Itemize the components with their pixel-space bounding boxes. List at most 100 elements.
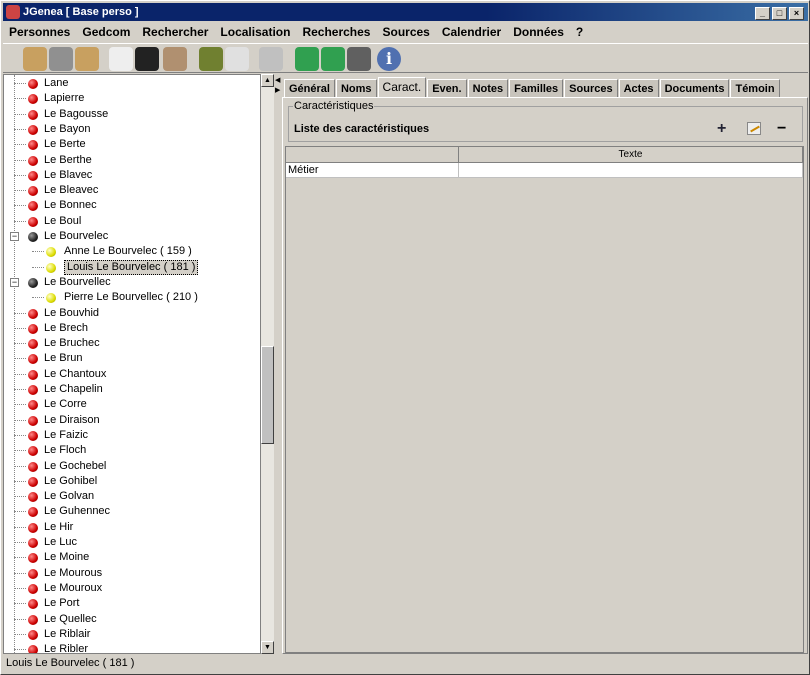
tree-item[interactable]: Le Ribler: [4, 642, 260, 653]
documents-icon[interactable]: [225, 47, 249, 71]
tree-item[interactable]: Le Guhennec: [4, 504, 260, 519]
notes-icon[interactable]: [163, 47, 187, 71]
tree-item[interactable]: Lapierre: [4, 91, 260, 106]
tree-item[interactable]: Anne Le Bourvelec ( 159 ): [4, 244, 260, 259]
table-cell[interactable]: Métier: [286, 163, 459, 178]
tree-item-label: Le Bonnec: [44, 199, 97, 212]
tree-item[interactable]: Le Bagousse: [4, 107, 260, 122]
menu-[interactable]: ?: [570, 22, 589, 42]
tree-item[interactable]: Le Brun: [4, 351, 260, 366]
scroll-up-button[interactable]: ▲: [261, 74, 274, 87]
tree-item[interactable]: Le Bayon: [4, 122, 260, 137]
scroll-thumb[interactable]: [261, 346, 274, 444]
collapse-toggle-icon[interactable]: −: [10, 277, 19, 287]
tree-item-label: Le Bruchec: [44, 337, 100, 350]
tree-line: [14, 373, 26, 375]
tree-item[interactable]: Le Gohibel: [4, 474, 260, 489]
minimize-button[interactable]: _: [755, 7, 770, 20]
tree-item[interactable]: Le Port: [4, 596, 260, 611]
tab-documents[interactable]: Documents: [659, 79, 730, 97]
info-icon[interactable]: i: [377, 47, 401, 71]
split-divider[interactable]: ◀ ▶: [274, 74, 282, 654]
tree-item[interactable]: Le Berthe: [4, 153, 260, 168]
tree-item[interactable]: Le Faizic: [4, 428, 260, 443]
person-tree[interactable]: Lane Lapierre Le Bagousse Le Bayon Le Berte L…: [3, 74, 261, 654]
add-button[interactable]: +: [717, 121, 726, 137]
tree-item[interactable]: Le Moine: [4, 550, 260, 565]
truck-back-icon[interactable]: [321, 47, 345, 71]
tree-item[interactable]: Louis Le Bourvelec ( 181 ): [4, 259, 260, 275]
tree-scrollbar[interactable]: ▲ ▼: [261, 74, 274, 654]
tree-item[interactable]: Le Golvan: [4, 489, 260, 504]
tab-familles[interactable]: Familles: [509, 79, 564, 97]
tree-item[interactable]: Le Bonnec: [4, 198, 260, 213]
tree-item[interactable]: Le Bleavec: [4, 183, 260, 198]
tab-notes[interactable]: Notes: [467, 79, 509, 97]
tree-item[interactable]: Le Boul: [4, 214, 260, 229]
calendar-icon[interactable]: [259, 47, 283, 71]
tree-item[interactable]: Le Mourous: [4, 566, 260, 581]
menu-gedcom[interactable]: Gedcom: [76, 22, 136, 42]
tab-temoin[interactable]: Témoin: [730, 79, 780, 97]
tree-item[interactable]: Le Bruchec: [4, 336, 260, 351]
person-grey-icon[interactable]: [49, 47, 73, 71]
tree-line: [14, 404, 26, 406]
close-button[interactable]: ×: [789, 7, 804, 20]
collapse-left-icon[interactable]: ◀: [275, 76, 280, 84]
tab-general[interactable]: Général: [284, 79, 335, 97]
tree-item-label: Le Luc: [44, 536, 78, 548]
tree-item[interactable]: Le Gochebel: [4, 459, 260, 474]
tool-icon[interactable]: [347, 47, 371, 71]
books-icon[interactable]: [199, 47, 223, 71]
tree-item-label: Pierre Le Bourvellec ( 210 ): [64, 291, 198, 304]
tree-item[interactable]: Le Corre: [4, 397, 260, 412]
tree-item[interactable]: Le Brech: [4, 321, 260, 336]
tree-item[interactable]: Le Mouroux: [4, 581, 260, 596]
person-edit-icon[interactable]: [75, 47, 99, 71]
document-search-icon[interactable]: [109, 47, 133, 71]
tree-item[interactable]: − Le Bourvellec: [4, 275, 260, 290]
column-header-texte[interactable]: Texte: [459, 147, 803, 163]
tree-item[interactable]: Lane: [4, 76, 260, 91]
menu-sources[interactable]: Sources: [376, 22, 435, 42]
edit-button[interactable]: [747, 122, 761, 135]
menu-recherches[interactable]: Recherches: [296, 22, 376, 42]
tree-item[interactable]: Le Chapelin: [4, 382, 260, 397]
tree-line: [14, 128, 26, 130]
tree-item[interactable]: Le Floch: [4, 443, 260, 458]
remove-button[interactable]: −: [777, 121, 786, 137]
tab-sources[interactable]: Sources: [564, 79, 618, 97]
tab-noms[interactable]: Noms: [335, 79, 377, 97]
tree-item[interactable]: Le Berte: [4, 137, 260, 152]
scroll-down-button[interactable]: ▼: [261, 641, 274, 654]
table-cell[interactable]: [459, 163, 803, 178]
tree-item[interactable]: Le Quellec: [4, 612, 260, 627]
tree-item[interactable]: Le Riblair: [4, 627, 260, 642]
tab-caract[interactable]: Caract.: [377, 77, 427, 98]
tree-item[interactable]: Le Luc: [4, 535, 260, 550]
tree-item[interactable]: Le Bouvhid: [4, 306, 260, 321]
tab-actes[interactable]: Actes: [618, 79, 659, 97]
tree-item[interactable]: Le Blavec: [4, 168, 260, 183]
collapse-toggle-icon[interactable]: −: [10, 232, 19, 241]
menu-rechercher[interactable]: Rechercher: [136, 22, 214, 42]
collapse-right-icon[interactable]: ▶: [275, 86, 280, 94]
menu-personnes[interactable]: Personnes: [3, 22, 76, 42]
tree-item[interactable]: Le Chantoux: [4, 367, 260, 382]
tab-even[interactable]: Even.: [427, 79, 467, 97]
maximize-button[interactable]: □: [772, 7, 787, 20]
tree-item-label: Le Floch: [44, 444, 87, 457]
tree-item[interactable]: − Le Bourvelec: [4, 229, 260, 244]
menu-localisation[interactable]: Localisation: [214, 22, 296, 42]
tree-item[interactable]: Le Hir: [4, 520, 260, 535]
column-header-name[interactable]: [286, 147, 459, 163]
table-row[interactable]: Métier: [286, 163, 803, 178]
menu-donnes[interactable]: Données: [507, 22, 570, 42]
menu-calendrier[interactable]: Calendrier: [436, 22, 507, 42]
tree-item[interactable]: Pierre Le Bourvellec ( 210 ): [4, 290, 260, 305]
tree-icon[interactable]: [135, 47, 159, 71]
tree-item[interactable]: Le Diraison: [4, 413, 260, 428]
person-add-icon[interactable]: [23, 47, 47, 71]
person-icon: [46, 293, 56, 304]
truck-icon[interactable]: [295, 47, 319, 71]
